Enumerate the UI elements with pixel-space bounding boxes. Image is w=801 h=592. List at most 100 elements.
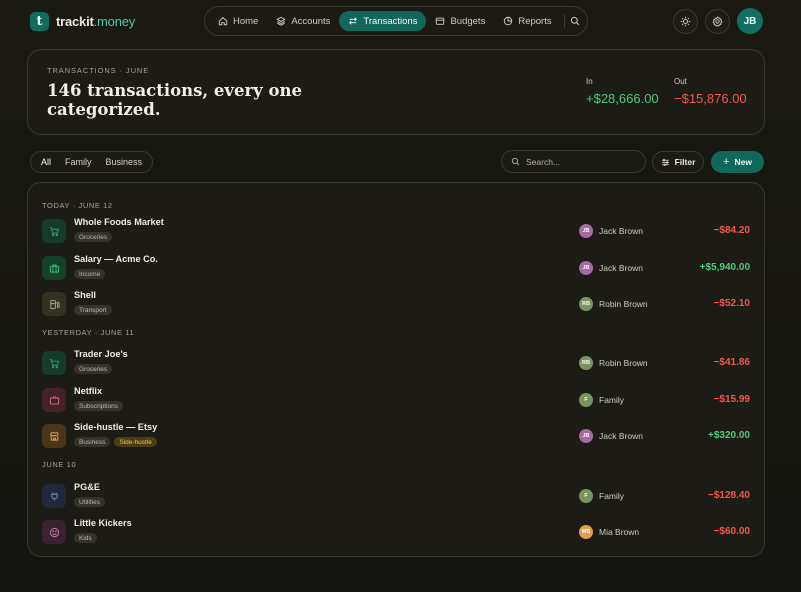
person-name: Family: [599, 491, 625, 501]
transaction-name: Trader Joe's: [74, 349, 128, 359]
gear-icon: [712, 15, 723, 27]
category-tag[interactable]: Groceries: [74, 232, 113, 242]
transaction-tags: Business Side-hustle: [74, 437, 157, 447]
nav-item-transactions[interactable]: Transactions: [339, 11, 427, 31]
transaction-name: Netflix: [74, 386, 103, 396]
category-tag[interactable]: Side-hustle: [114, 437, 157, 447]
transaction-amount: +$320.00: [708, 430, 750, 441]
brand-logo: t: [30, 11, 49, 31]
segment-business[interactable]: Business: [99, 154, 150, 170]
category-icon-tile: [42, 520, 66, 544]
plus-icon: +: [723, 156, 730, 168]
category-tag[interactable]: Income: [74, 269, 106, 279]
category-icon-tile: [42, 219, 66, 243]
expense-label: Out: [674, 77, 687, 86]
transaction-row[interactable]: Salary — Acme Co. Income JB Jack Brown +…: [28, 252, 764, 286]
transaction-row[interactable]: Side-hustle — Etsy Business Side-hustle J…: [28, 420, 764, 454]
transaction-row[interactable]: Whole Foods Market Groceries JB Jack Bro…: [28, 215, 764, 249]
expense-stat: Out −$15,876.00: [674, 77, 747, 106]
transaction-amount: −$128.40: [708, 490, 750, 501]
transaction-tags: Groceries: [74, 364, 113, 374]
person-name: Family: [599, 395, 625, 405]
transaction-name: PG&E: [74, 482, 101, 492]
transaction-name: Whole Foods Market: [74, 217, 164, 227]
person-avatar: RB: [579, 356, 593, 370]
assigned-person[interactable]: F Family: [579, 489, 624, 503]
category-tag[interactable]: Utilities: [74, 497, 105, 507]
assigned-person[interactable]: F Family: [579, 393, 624, 407]
person-name: Jack Brown: [599, 263, 643, 273]
layers-icon: [276, 16, 287, 26]
settings-button[interactable]: [705, 8, 730, 34]
segment-all[interactable]: All: [34, 154, 58, 170]
category-tag[interactable]: Groceries: [74, 364, 113, 374]
income-stat: In +$28,666.00: [586, 77, 659, 106]
category-tag[interactable]: Subscriptions: [74, 401, 124, 411]
category-icon-tile: [42, 424, 66, 448]
smiley-icon: [49, 527, 60, 538]
scope-segmented-control: All Family Business: [30, 151, 154, 173]
category-tag[interactable]: Business: [74, 437, 111, 447]
segment-family[interactable]: Family: [58, 154, 99, 170]
assigned-person[interactable]: RB Robin Brown: [579, 356, 648, 370]
assigned-person[interactable]: JB Jack Brown: [579, 429, 643, 443]
person-avatar: MB: [579, 525, 593, 539]
assigned-person[interactable]: RB Robin Brown: [579, 297, 648, 311]
person-name: Robin Brown: [599, 299, 648, 309]
transaction-row[interactable]: Shell Transport RB Robin Brown −$52.10: [28, 288, 764, 322]
cart-icon: [49, 226, 60, 237]
transaction-row[interactable]: Little Kickers Kids MB Mia Brown −$60.00: [28, 516, 764, 550]
transaction-row[interactable]: Trader Joe's Groceries RB Robin Brown −$…: [28, 347, 764, 381]
sliders-icon: [661, 158, 670, 167]
transaction-amount: −$41.86: [713, 357, 750, 368]
search-input[interactable]: [526, 156, 636, 167]
plug-icon: [49, 491, 60, 502]
theme-toggle-button[interactable]: [673, 8, 698, 34]
person-avatar: RB: [579, 297, 593, 311]
person-name: Jack Brown: [599, 226, 643, 236]
transaction-name: Side-hustle — Etsy: [74, 422, 158, 432]
transactions-list: TODAY · JUNE 12 Whole Foods Market Groce…: [27, 182, 765, 557]
store-icon: [49, 431, 60, 442]
transaction-name: Salary — Acme Co.: [74, 254, 158, 264]
main-nav: Home Accounts Transactions Budgets Repor…: [204, 6, 588, 36]
filter-button[interactable]: Filter: [652, 151, 704, 173]
person-avatar: JB: [579, 261, 593, 275]
assigned-person[interactable]: JB Jack Brown: [579, 261, 643, 275]
category-tag[interactable]: Kids: [74, 533, 97, 543]
category-tag[interactable]: Transport: [74, 305, 112, 315]
briefcase-icon: [49, 263, 60, 274]
pie-chart-icon: [503, 16, 513, 26]
income-label: In: [586, 77, 593, 86]
nav-item-budgets[interactable]: Budgets: [426, 11, 494, 31]
brand[interactable]: t trackit.money: [30, 11, 135, 31]
user-avatar[interactable]: JB: [737, 8, 763, 34]
expense-value: −$15,876.00: [674, 91, 747, 106]
group-header: JUNE 10: [42, 460, 77, 469]
transaction-amount: −$84.20: [713, 225, 750, 236]
person-name: Robin Brown: [599, 358, 648, 368]
person-avatar: JB: [579, 429, 593, 443]
nav-item-home[interactable]: Home: [209, 11, 267, 31]
transaction-row[interactable]: PG&E Utilities F Family −$128.40: [28, 480, 764, 514]
transaction-tags: Groceries: [74, 232, 113, 242]
tv-icon: [49, 395, 60, 406]
nav-search-button[interactable]: [567, 11, 583, 31]
nav-item-reports[interactable]: Reports: [494, 11, 560, 31]
assigned-person[interactable]: MB Mia Brown: [579, 525, 639, 539]
transaction-amount: −$60.00: [713, 526, 750, 537]
assigned-person[interactable]: JB Jack Brown: [579, 224, 643, 238]
transaction-tags: Utilities: [74, 497, 105, 507]
group-header: TODAY · JUNE 12: [42, 201, 113, 210]
category-icon-tile: [42, 351, 66, 375]
transaction-tags: Kids: [74, 533, 97, 543]
nav-item-accounts[interactable]: Accounts: [267, 11, 339, 31]
person-avatar: JB: [579, 224, 593, 238]
person-avatar: F: [579, 489, 593, 503]
transaction-row[interactable]: Netflix Subscriptions F Family −$15.99: [28, 384, 764, 418]
nav-divider: [563, 14, 565, 28]
person-name: Mia Brown: [599, 527, 640, 537]
new-transaction-button[interactable]: + New: [711, 151, 764, 173]
brand-name: trackit.money: [56, 13, 136, 29]
transaction-amount: −$15.99: [713, 394, 750, 405]
